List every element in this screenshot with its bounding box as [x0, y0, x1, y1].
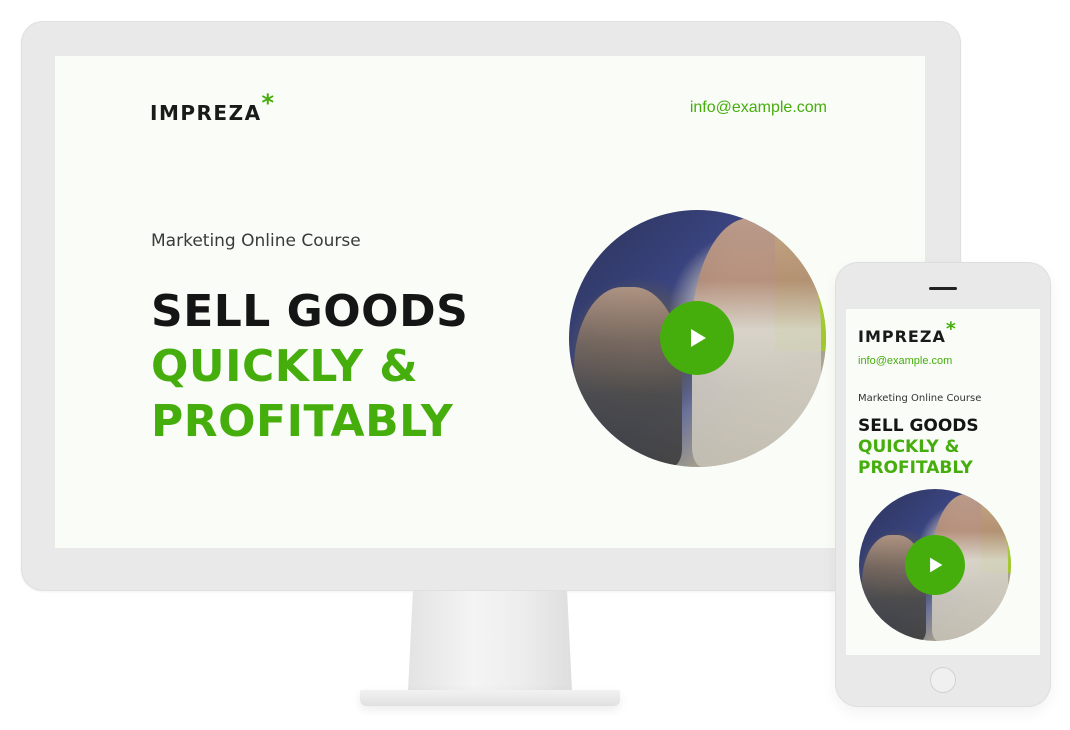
monitor-stand-neck [408, 591, 572, 691]
mobile-hero-headline: SELL GOODS QUICKLY & PROFITABLY [858, 416, 979, 479]
headline-line-1: SELL GOODS [151, 286, 469, 337]
mobile-hero-kicker: Marketing Online Course [858, 393, 982, 404]
logo-star-icon: * [261, 89, 276, 117]
headline-line-3: PROFITABLY [151, 396, 454, 447]
mobile-headline-line-2: QUICKLY & [858, 437, 960, 457]
mobile-video-thumbnail[interactable] [859, 489, 1011, 641]
hero-headline: SELL GOODS QUICKLY & PROFITABLY [151, 284, 468, 449]
mobile-logo-text: IMPREZA [858, 327, 946, 346]
video-play-button[interactable] [660, 301, 734, 375]
video-person-left [574, 287, 683, 467]
mobile-phone-frame: IMPREZA * info@example.com Marketing Onl… [836, 263, 1050, 706]
headline-line-2: QUICKLY & [151, 341, 419, 392]
monitor-stand-base [360, 690, 620, 706]
mobile-logo-star-icon: * [945, 318, 957, 340]
phone-speaker [929, 287, 957, 290]
mobile-video-play-button[interactable] [905, 535, 965, 595]
mobile-email-link[interactable]: info@example.com [858, 355, 952, 367]
play-icon [930, 557, 943, 573]
play-icon [691, 329, 706, 347]
mobile-headline-line-3: PROFITABLY [858, 458, 973, 478]
hero-kicker: Marketing Online Course [151, 231, 361, 251]
mobile-headline-line-1: SELL GOODS [858, 416, 979, 436]
mobile-site-logo[interactable]: IMPREZA * [858, 318, 956, 346]
hero-video-thumbnail[interactable] [569, 210, 826, 467]
logo-text: IMPREZA [150, 101, 262, 125]
header-email-link[interactable]: info@example.com [690, 99, 827, 117]
phone-home-button[interactable] [930, 667, 956, 693]
desktop-screen: IMPREZA * info@example.com Marketing Onl… [55, 56, 925, 548]
desktop-monitor-frame: IMPREZA * info@example.com Marketing Onl… [21, 21, 961, 591]
mobile-screen: IMPREZA * info@example.com Marketing Onl… [846, 309, 1040, 655]
site-logo[interactable]: IMPREZA * [150, 89, 274, 125]
